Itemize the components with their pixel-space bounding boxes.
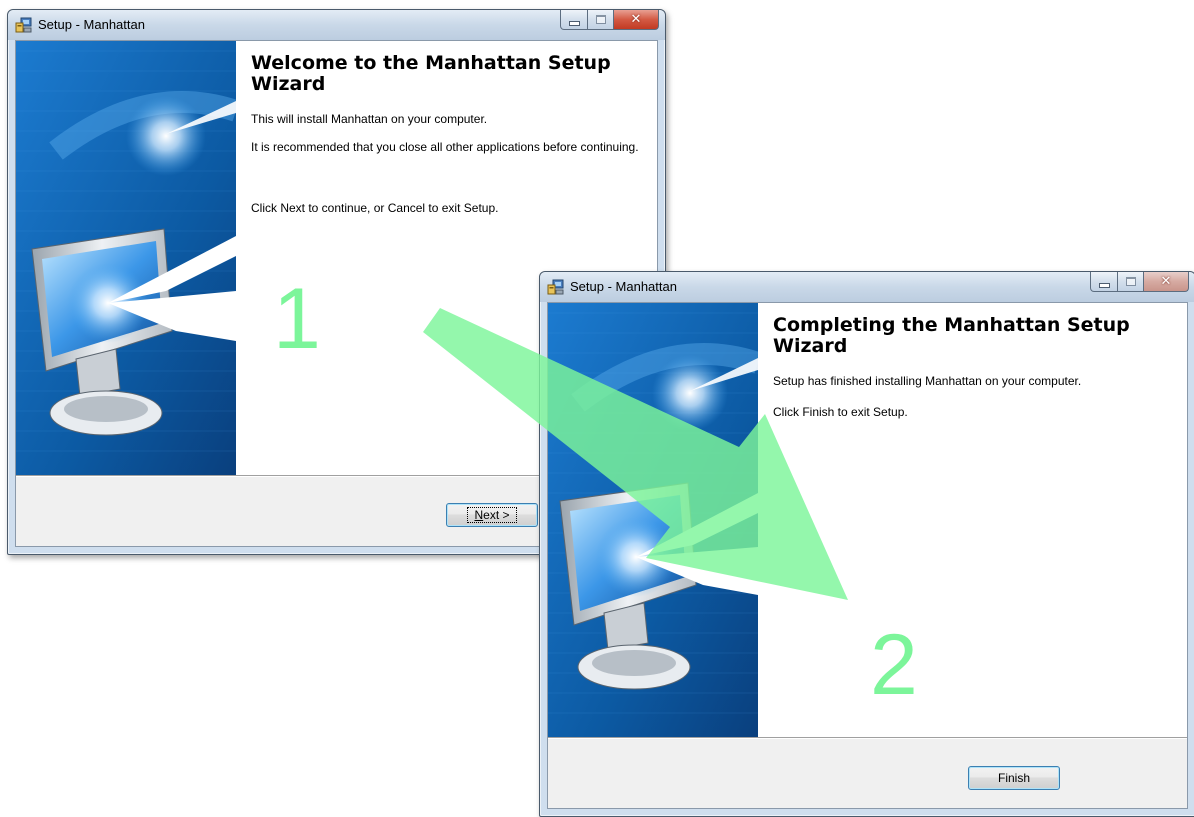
step-label-1: 1 bbox=[273, 271, 321, 367]
window-title: Setup - Manhattan bbox=[570, 279, 677, 294]
minimize-button[interactable] bbox=[1090, 272, 1118, 292]
next-button-label: Next > bbox=[467, 507, 517, 523]
close-icon: ✕ bbox=[630, 12, 642, 27]
finished-panel: Completing the Manhattan Setup Wizard Se… bbox=[758, 303, 1187, 738]
finish-button-label: Finish bbox=[997, 771, 1030, 785]
next-button[interactable]: Next > bbox=[446, 503, 538, 527]
recommendation-text: It is recommended that you close all oth… bbox=[251, 140, 639, 154]
minimize-icon bbox=[1098, 282, 1110, 288]
title-bar[interactable]: Setup - Manhattan ✕ bbox=[540, 272, 1194, 302]
monitor-illustration bbox=[548, 303, 758, 738]
close-icon: ✕ bbox=[1160, 274, 1172, 289]
intro-text: This will install Manhattan on your comp… bbox=[251, 112, 488, 126]
close-button[interactable]: ✕ bbox=[1144, 272, 1189, 292]
maximize-icon bbox=[595, 15, 606, 24]
wizard-client-area: Completing the Manhattan Setup Wizard Se… bbox=[547, 302, 1188, 809]
close-button[interactable]: ✕ bbox=[614, 10, 659, 30]
minimize-button[interactable] bbox=[560, 10, 588, 30]
step-label-2: 2 bbox=[870, 617, 918, 713]
maximize-button[interactable] bbox=[588, 10, 614, 30]
finished-text: Setup has finished installing Manhattan … bbox=[773, 374, 1082, 388]
instruction-text: Click Next to continue, or Cancel to exi… bbox=[251, 201, 499, 215]
instruction-text: Click Finish to exit Setup. bbox=[773, 405, 908, 419]
finish-button[interactable]: Finish bbox=[968, 766, 1060, 790]
footer-separator bbox=[548, 737, 1187, 739]
maximize-button[interactable] bbox=[1118, 272, 1144, 292]
window-title: Setup - Manhattan bbox=[38, 17, 145, 32]
title-bar[interactable]: Setup - Manhattan ✕ bbox=[8, 10, 665, 40]
wizard-banner bbox=[16, 41, 236, 476]
setup-icon bbox=[15, 17, 32, 33]
setup-icon bbox=[547, 279, 564, 295]
page-title: Welcome to the Manhattan Setup Wizard bbox=[251, 52, 611, 95]
wizard-banner bbox=[548, 303, 758, 738]
minimize-icon bbox=[568, 20, 580, 26]
maximize-icon bbox=[1125, 277, 1136, 286]
page-title: Completing the Manhattan Setup Wizard bbox=[773, 314, 1130, 357]
monitor-illustration bbox=[16, 41, 236, 476]
setup-window-finished: Setup - Manhattan ✕ Completing the Manha… bbox=[539, 271, 1194, 817]
